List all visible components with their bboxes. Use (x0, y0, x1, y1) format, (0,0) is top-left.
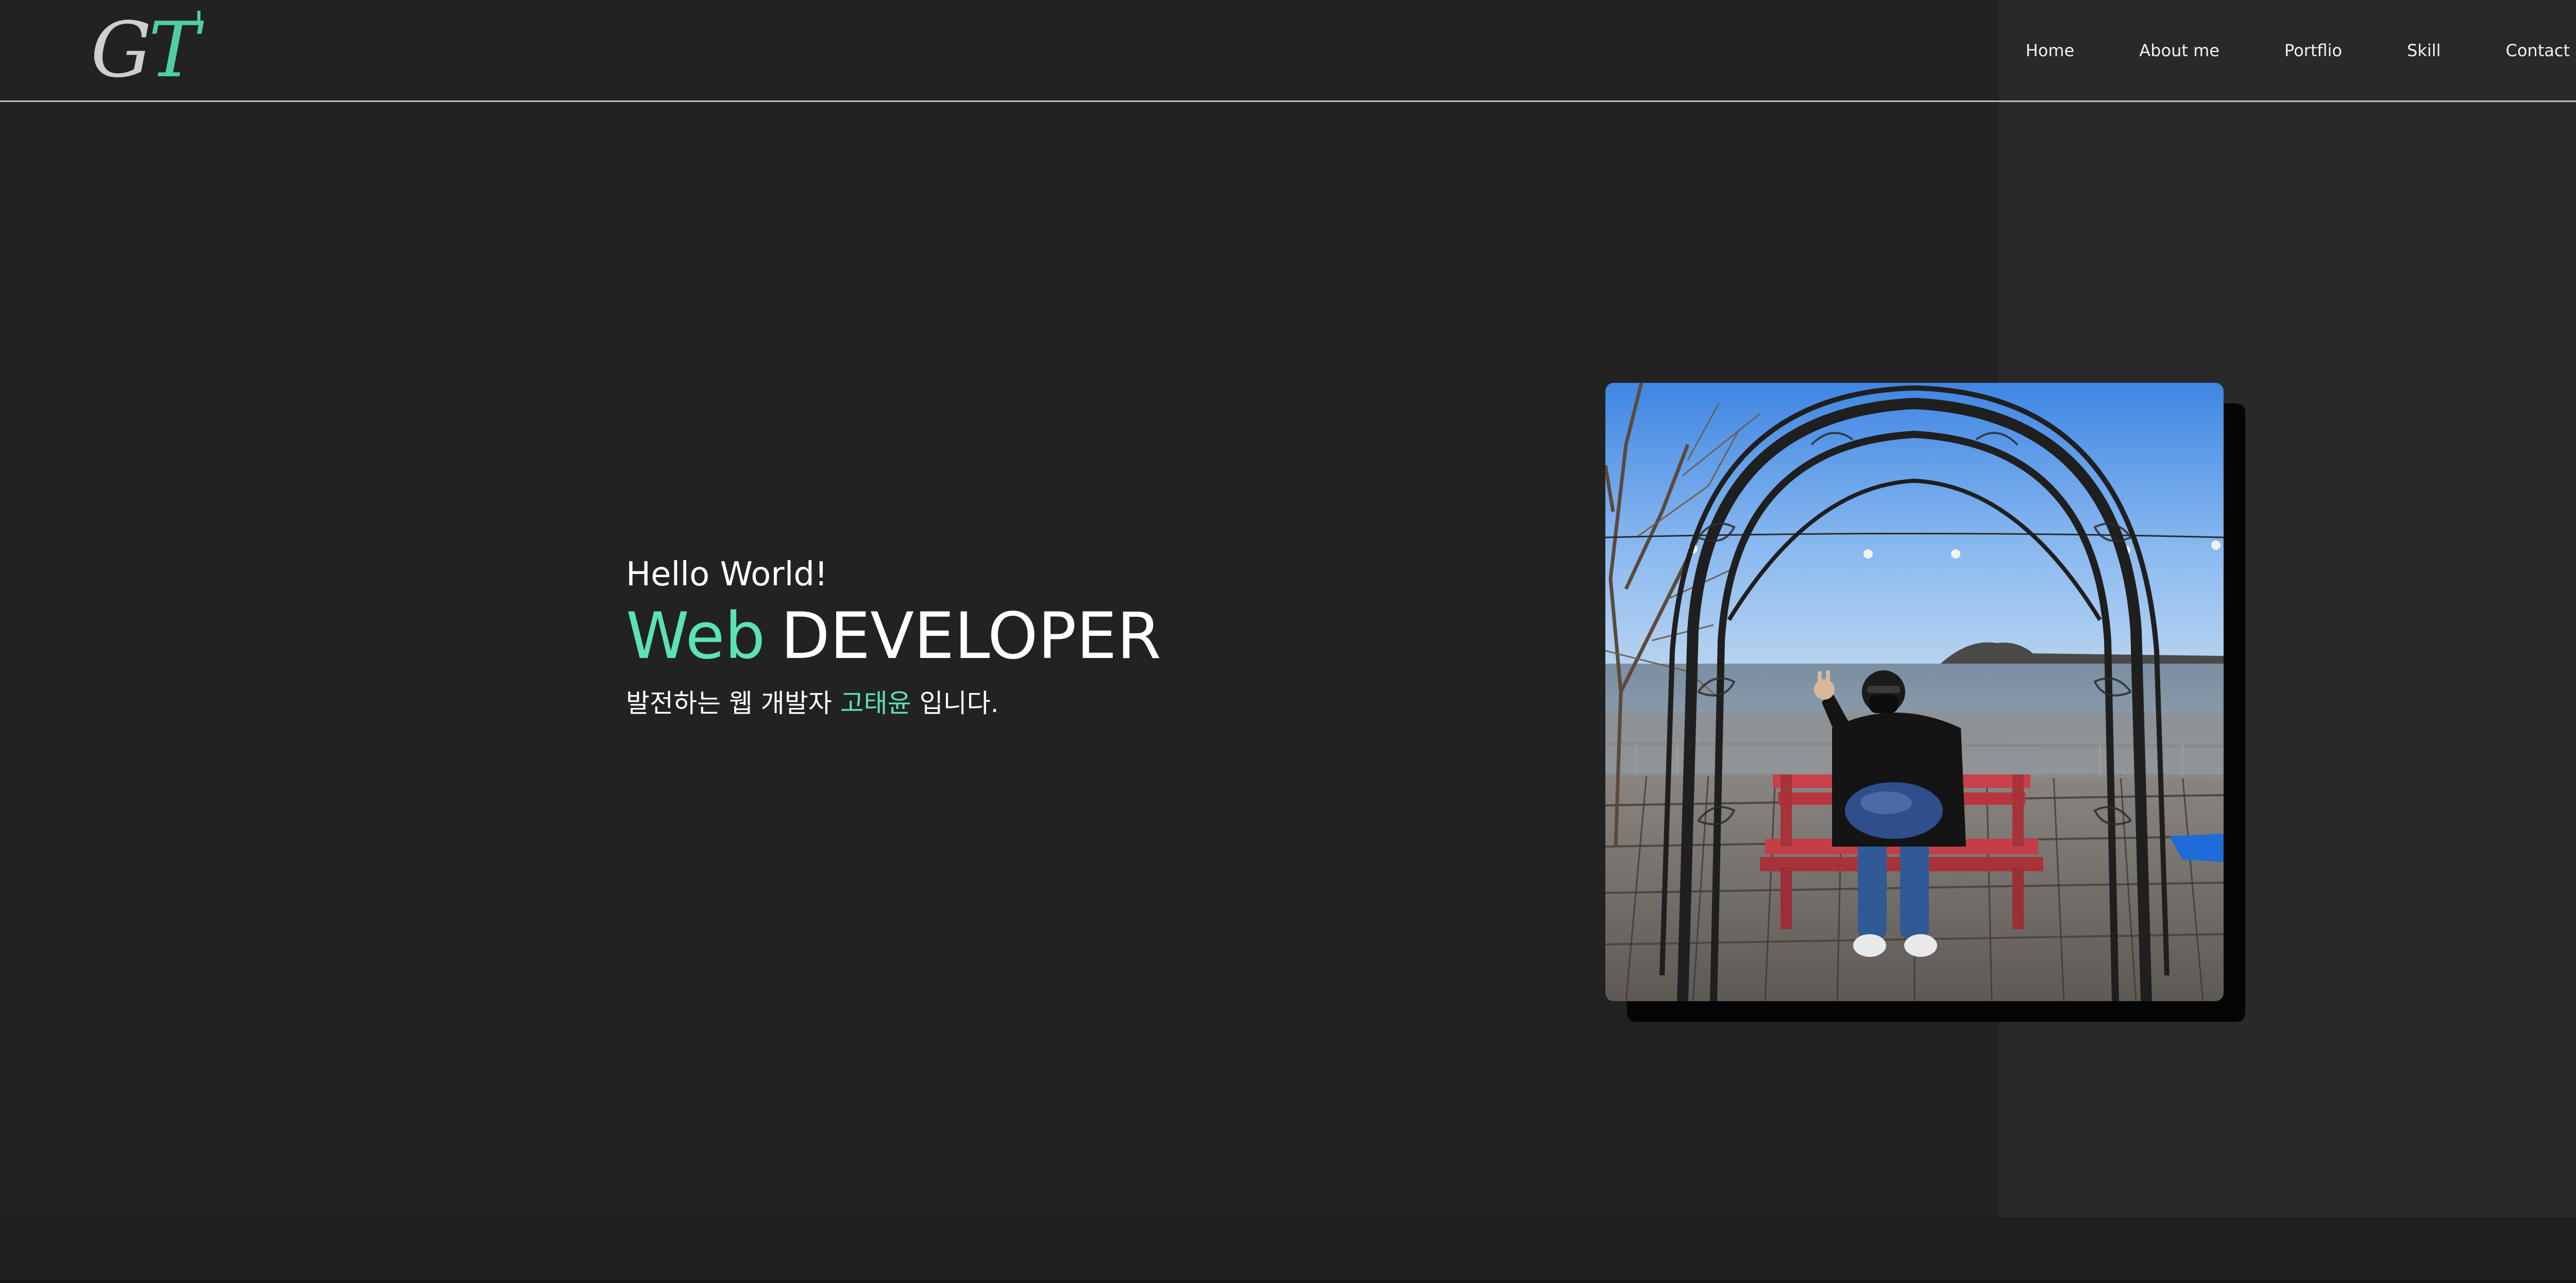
nav-about-me[interactable]: About me (2139, 41, 2219, 60)
hero-greeting: Hello World! (626, 555, 828, 594)
logo-accent-mark: ' (193, 3, 205, 50)
profile-photo (1605, 383, 2224, 1001)
logo-letter-t: T (148, 6, 199, 94)
site-logo[interactable]: G T ' (91, 3, 205, 94)
page: G T ' Home About me Portflio Skill Conta… (0, 0, 2576, 1283)
hero-title: Web DEVELOPER (626, 600, 1450, 672)
nav-portfolio[interactable]: Portflio (2284, 41, 2342, 60)
hero-subtitle-before: 발전하는 웹 개발자 (626, 688, 840, 718)
main-nav: Home About me Portflio Skill Contact (1961, 0, 2570, 100)
hero-subtitle-after: 입니다. (911, 688, 999, 718)
hero-title-main: DEVELOPER (781, 599, 1161, 673)
nav-skill[interactable]: Skill (2407, 41, 2441, 60)
bottom-strip (0, 1217, 2576, 1283)
bottom-line (0, 1280, 2576, 1283)
profile-photo-illustration (1605, 383, 2224, 1001)
hero-subtitle: 발전하는 웹 개발자 고태윤 입니다. (626, 687, 1450, 720)
logo-letter-g: G (91, 6, 151, 94)
hero-title-accent: Web (626, 599, 766, 673)
hero-section: Hello World! Web DEVELOPER 발전하는 웹 개발자 고태윤… (626, 554, 1450, 720)
nav-home[interactable]: Home (2026, 41, 2075, 60)
hero-subtitle-name: 고태윤 (840, 688, 911, 718)
site-header: G T ' Home About me Portflio Skill Conta… (0, 0, 2576, 102)
nav-contact[interactable]: Contact (2506, 41, 2570, 60)
